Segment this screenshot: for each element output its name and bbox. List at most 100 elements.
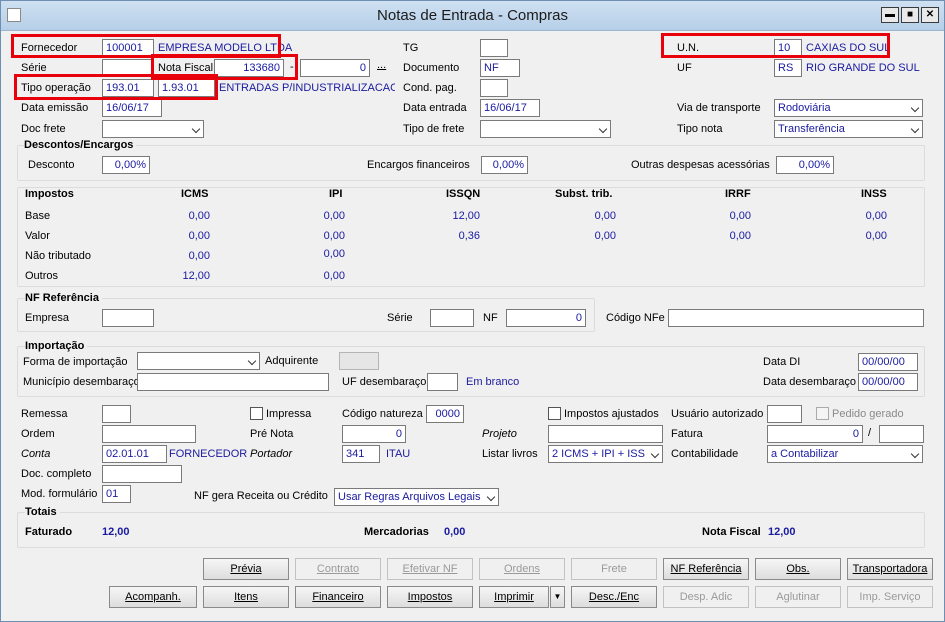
mod-formulario-label: Mod. formulário <box>21 488 98 500</box>
itens-button[interactable]: Itens <box>203 586 289 608</box>
nf-ref-serie-field[interactable] <box>430 309 474 327</box>
outras-despesas-field[interactable]: 0,00% <box>776 156 834 174</box>
uf-desembaraco-desc: Em branco <box>466 376 520 388</box>
nota-fiscal-field[interactable]: 133680 <box>214 59 284 77</box>
mod-formulario-field[interactable]: 01 <box>102 485 131 503</box>
pedido-gerado-label: Pedido gerado <box>832 408 904 420</box>
maximize-button[interactable]: ■ <box>901 7 919 23</box>
efetivar-nf-button[interactable]: Efetivar NF <box>387 558 473 580</box>
codigo-nfe-field[interactable] <box>668 309 924 327</box>
frete-button[interactable]: Frete <box>571 558 657 580</box>
importacao-title: Importação <box>25 340 88 352</box>
data-di-field[interactable]: 00/00/00 <box>858 353 918 371</box>
tipo-operacao-desc: ENTRADAS P/INDUSTRIALIZACAO P/ <box>219 82 395 94</box>
nf-referencia-title: NF Referência <box>25 292 102 304</box>
nf-ref-serie-label: Série <box>387 312 413 324</box>
uf-code-field[interactable]: RS <box>774 59 802 77</box>
base-subst-trib: 0,00 <box>594 210 616 222</box>
doc-frete-select[interactable] <box>102 120 204 138</box>
previa-button[interactable]: Prévia <box>203 558 289 580</box>
base-icms: 0,00 <box>188 210 210 222</box>
conta-desc: FORNECEDOR <box>169 448 248 460</box>
tipo-nota-select[interactable]: Transferência <box>774 120 923 138</box>
descontos-title: Descontos/Encargos <box>24 139 137 151</box>
nf-referencia-button[interactable]: NF Referência <box>663 558 749 580</box>
projeto-label: Projeto <box>482 428 517 440</box>
doc-completo-field[interactable] <box>102 465 182 483</box>
acompanh-button[interactable]: Acompanh. <box>109 586 197 608</box>
conta-field[interactable]: 02.01.01 <box>102 445 167 463</box>
data-emissao-field[interactable]: 16/06/17 <box>102 99 162 117</box>
nota-fiscal-lookup-button[interactable]: ... <box>377 59 386 71</box>
data-desembaraco-field[interactable]: 00/00/00 <box>858 373 918 391</box>
uf-desembaraco-label: UF desembaraço <box>342 376 427 388</box>
data-entrada-label: Data entrada <box>403 102 467 114</box>
fornecedor-name: EMPRESA MODELO LTDA <box>158 42 293 54</box>
nf-gera-label: NF gera Receita ou Crédito <box>194 490 328 502</box>
faturado-label: Faturado <box>25 526 73 538</box>
fatura-separator: / <box>868 427 872 439</box>
tipo-operacao-code-field[interactable]: 193.01 <box>102 79 154 97</box>
portador-field[interactable]: 341 <box>342 445 380 463</box>
nf-ref-nf-field[interactable]: 0 <box>506 309 586 327</box>
data-entrada-field[interactable]: 16/06/17 <box>480 99 540 117</box>
aglutinar-button[interactable]: Aglutinar <box>755 586 841 608</box>
tipo-frete-select[interactable] <box>480 120 611 138</box>
impressa-checkbox[interactable] <box>250 407 263 420</box>
nf-gera-select[interactable]: Usar Regras Arquivos Legais <box>334 488 499 506</box>
fatura-field-2[interactable] <box>879 425 924 443</box>
usuario-autorizado-field[interactable] <box>767 405 802 423</box>
impostos-col-inss: INSS <box>861 188 887 200</box>
un-name: CAXIAS DO SUL <box>806 42 891 54</box>
listar-livros-select[interactable]: 2 ICMS + IPI + ISS <box>548 445 663 463</box>
financeiro-button[interactable]: Financeiro <box>295 586 381 608</box>
data-desembaraco-label: Data desembaraço <box>763 376 856 388</box>
contabilidade-select[interactable]: a Contabilizar <box>767 445 923 463</box>
desc-enc-button[interactable]: Desc./Enc <box>571 586 657 608</box>
nf-ref-empresa-field[interactable] <box>102 309 154 327</box>
impostos-button[interactable]: Impostos <box>387 586 473 608</box>
pedido-gerado-checkbox[interactable] <box>816 407 829 420</box>
minimize-button[interactable]: ▬ <box>881 7 899 23</box>
uf-desembaraco-field[interactable] <box>427 373 458 391</box>
desconto-label: Desconto <box>28 159 75 171</box>
pre-nota-field[interactable]: 0 <box>342 425 406 443</box>
ordem-field[interactable] <box>102 425 196 443</box>
remessa-field[interactable] <box>102 405 131 423</box>
codigo-natureza-field[interactable]: 0000 <box>426 405 464 423</box>
imprimir-button[interactable]: Imprimir <box>479 586 549 608</box>
valor-inss: 0,00 <box>865 230 887 242</box>
projeto-field[interactable] <box>548 425 663 443</box>
outros-icms: 12,00 <box>182 270 210 282</box>
impostos-ajustados-checkbox[interactable] <box>548 407 561 420</box>
transportadora-button[interactable]: Transportadora <box>847 558 933 580</box>
forma-importacao-select[interactable] <box>137 352 260 370</box>
nota-fiscal-seq-field[interactable]: 0 <box>300 59 370 77</box>
adquirente-field[interactable] <box>339 352 379 370</box>
tg-field[interactable] <box>480 39 508 57</box>
ordens-button[interactable]: Ordens <box>479 558 565 580</box>
municipio-desembaraco-field[interactable] <box>137 373 329 391</box>
imp-servico-button[interactable]: Imp. Serviço <box>847 586 933 608</box>
close-button[interactable]: ✕ <box>921 7 939 23</box>
dropdown-arrow-icon: ▼ <box>553 592 562 601</box>
title-bar: Notas de Entrada - Compras ▬ ■ ✕ <box>1 1 944 31</box>
cond-pag-field[interactable] <box>480 79 508 97</box>
fornecedor-code-field[interactable]: 100001 <box>102 39 154 57</box>
encargos-field[interactable]: 0,00% <box>481 156 528 174</box>
imprimir-dropdown-button[interactable]: ▼ <box>550 586 565 608</box>
un-code-field[interactable]: 10 <box>774 39 802 57</box>
tipo-operacao-code2-field[interactable]: 1.93.01 <box>158 79 215 97</box>
obs-button[interactable]: Obs. <box>755 558 841 580</box>
base-ipi: 0,00 <box>323 210 345 222</box>
documento-field[interactable]: NF <box>480 59 520 77</box>
via-transporte-select[interactable]: Rodoviária <box>774 99 923 117</box>
ordem-label: Ordem <box>21 428 55 440</box>
impostos-title: Impostos <box>25 188 74 200</box>
desconto-field[interactable]: 0,00% <box>102 156 150 174</box>
contrato-button[interactable]: Contrato <box>295 558 381 580</box>
serie-field[interactable] <box>102 59 154 77</box>
via-transporte-label: Via de transporte <box>677 102 761 114</box>
fatura-field[interactable]: 0 <box>767 425 863 443</box>
desp-adic-button[interactable]: Desp. Adic <box>663 586 749 608</box>
